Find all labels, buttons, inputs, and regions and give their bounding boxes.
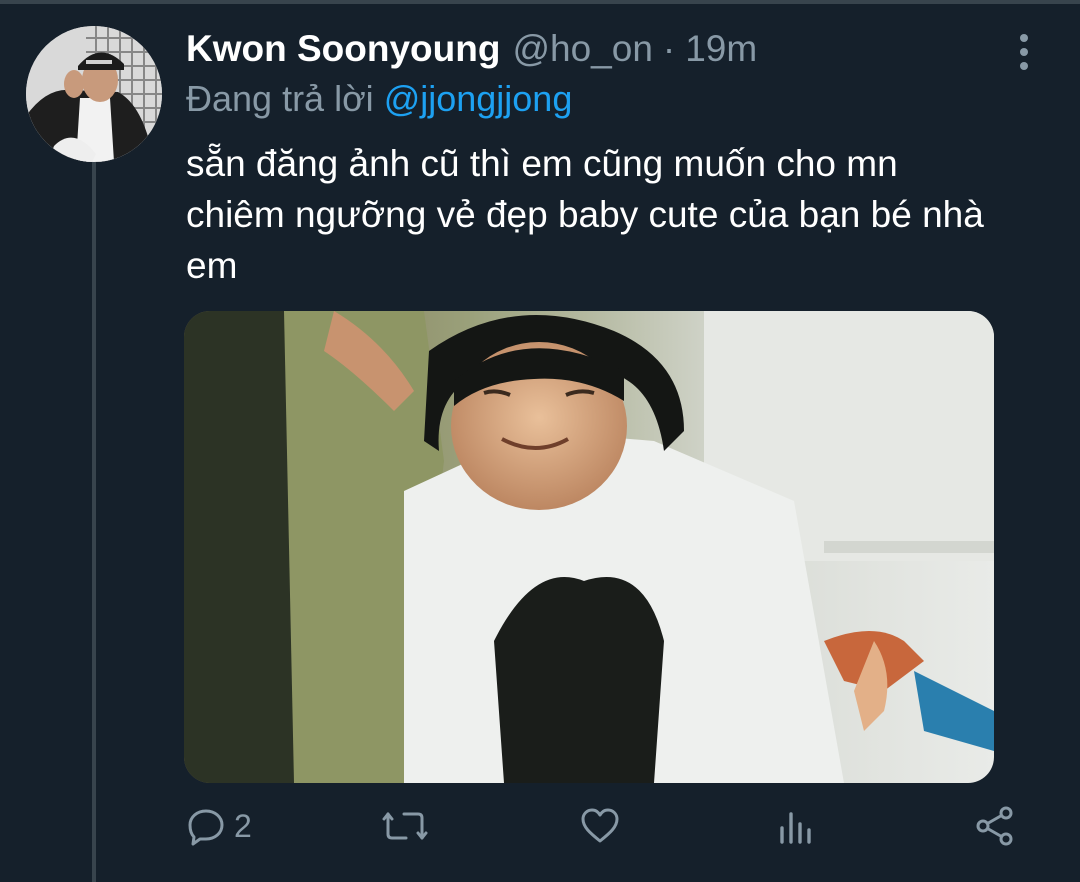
tweet-text-line: chiêm ngưỡng vẻ đẹp baby cute của bạn bé… xyxy=(186,194,984,235)
analytics-button[interactable] xyxy=(778,796,814,856)
analytics-icon xyxy=(778,806,814,846)
retweet-button[interactable] xyxy=(382,796,428,856)
tweet-photo[interactable] xyxy=(184,311,994,783)
reply-button[interactable]: 2 xyxy=(186,796,252,856)
tweet-header: Kwon Soonyoung @ho_on · 19m xyxy=(186,28,757,74)
tweet-timestamp[interactable]: 19m xyxy=(685,28,757,70)
user-handle[interactable]: @ho_on xyxy=(512,28,652,70)
display-name[interactable]: Kwon Soonyoung xyxy=(186,28,500,70)
header-separator: · xyxy=(662,28,676,69)
more-options-icon[interactable] xyxy=(1004,30,1044,74)
tweet-actions-bar: 2 xyxy=(0,796,1080,856)
reply-count: 2 xyxy=(234,807,252,844)
retweet-icon xyxy=(382,806,428,846)
tweet-text-line: em xyxy=(186,245,238,286)
replying-to-line: Đang trả lời @jjongjjong xyxy=(186,78,572,120)
tweet-text: sẵn đăng ảnh cũ thì em cũng muốn cho mn … xyxy=(186,138,1056,291)
share-button[interactable] xyxy=(974,796,1016,856)
thread-connector-line xyxy=(92,162,96,882)
top-divider xyxy=(0,0,1080,4)
share-icon xyxy=(974,805,1016,847)
replying-to-label: Đang trả lời xyxy=(186,78,374,119)
like-button[interactable] xyxy=(580,796,620,856)
tweet-text-line: sẵn đăng ảnh cũ thì em cũng muốn cho mn xyxy=(186,143,898,184)
reply-icon xyxy=(186,806,226,846)
avatar[interactable] xyxy=(26,26,162,162)
reply-mention-link[interactable]: @jjongjjong xyxy=(384,78,573,119)
like-icon xyxy=(580,806,620,846)
